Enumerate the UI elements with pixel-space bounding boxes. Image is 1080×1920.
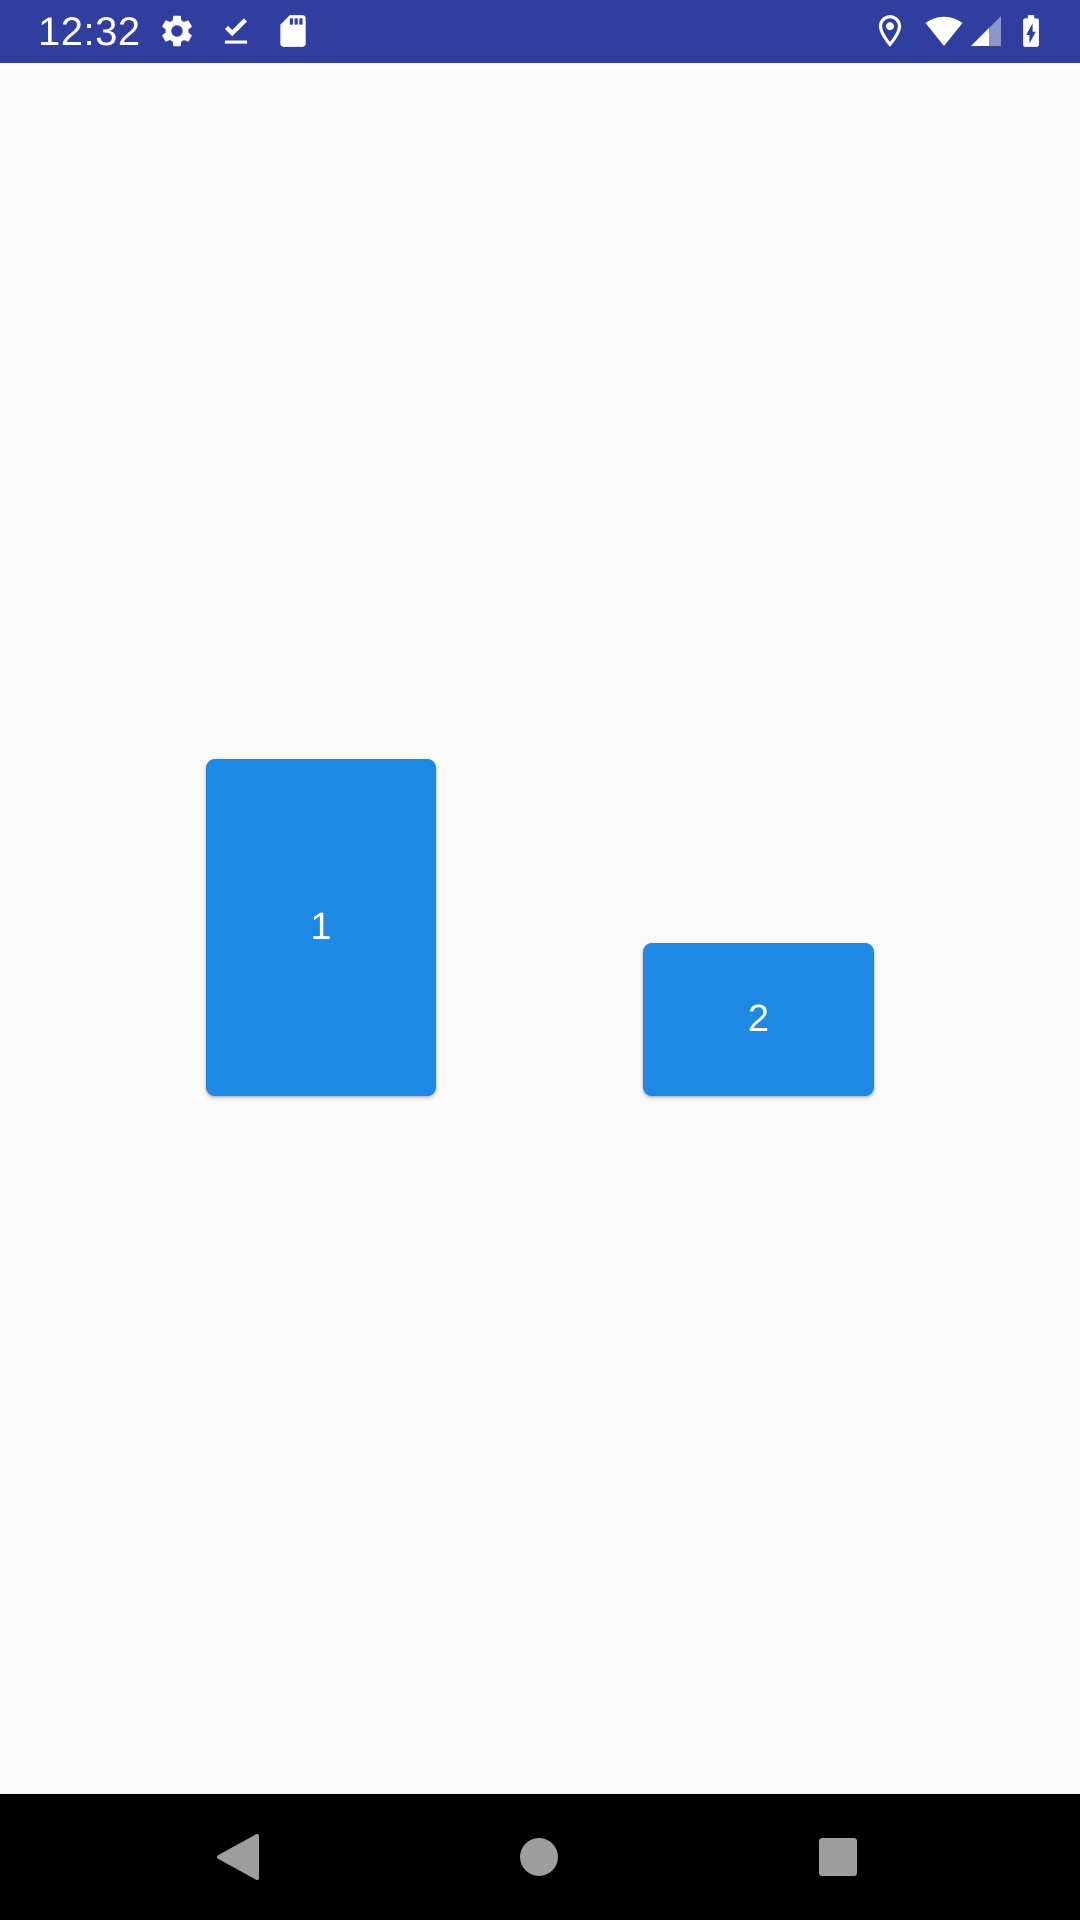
screen: 12:32 1 2	[0, 0, 1080, 1920]
settings-icon	[158, 12, 196, 50]
signal-icon	[968, 12, 1004, 50]
back-icon[interactable]	[205, 1824, 271, 1890]
wifi-icon	[922, 12, 966, 50]
card-2-label: 2	[747, 998, 770, 1040]
card-2[interactable]: 2	[643, 943, 874, 1096]
home-icon[interactable]	[506, 1824, 572, 1890]
battery-charging-icon	[1012, 12, 1050, 50]
navigation-bar	[0, 1794, 1080, 1920]
card-1[interactable]: 1	[206, 759, 436, 1096]
recents-icon[interactable]	[805, 1824, 871, 1890]
content-area: 1 2	[0, 63, 1080, 1794]
card-1-label: 1	[310, 906, 332, 948]
location-icon	[871, 12, 909, 50]
download-done-icon	[217, 12, 255, 50]
sd-card-icon	[274, 12, 312, 50]
status-time: 12:32	[38, 10, 141, 54]
status-bar: 12:32	[0, 0, 1080, 63]
